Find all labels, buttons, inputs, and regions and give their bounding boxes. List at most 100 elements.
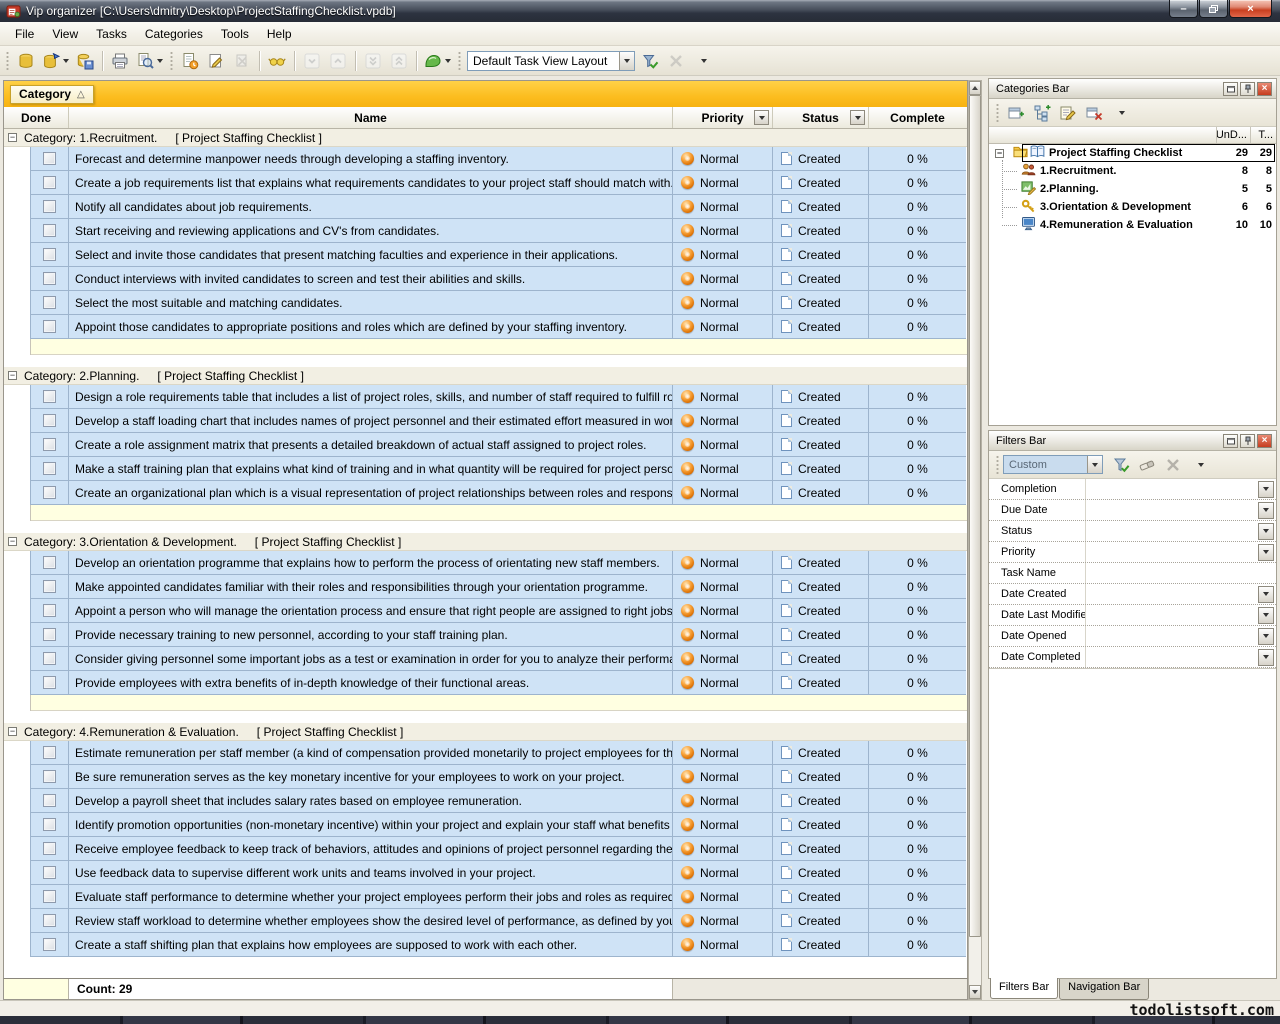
task-done-checkbox[interactable]	[43, 224, 56, 237]
panel-pin-button[interactable]	[1240, 82, 1255, 96]
task-row[interactable]: Review staff workload to determine wheth…	[4, 909, 967, 933]
task-row[interactable]: Appoint those candidates to appropriate …	[4, 315, 967, 339]
filter-value-area[interactable]	[1085, 563, 1276, 583]
print-preview-button[interactable]	[134, 49, 165, 73]
task-row[interactable]: Consider giving personnel some important…	[4, 647, 967, 671]
filter-row-date-last-modifie[interactable]: Date Last Modifie	[989, 605, 1276, 626]
panel-close-button[interactable]: ×	[1257, 434, 1272, 448]
task-row[interactable]: Use feedback data to supervise different…	[4, 861, 967, 885]
category-group-header[interactable]: −Category: 2.Planning.[ Project Staffing…	[4, 367, 967, 385]
quick-filter-button[interactable]	[422, 49, 453, 73]
scroll-up-button[interactable]	[969, 81, 981, 95]
layout-combo[interactable]: Default Task View Layout	[467, 51, 635, 71]
filter-dropdown-button[interactable]	[1258, 628, 1274, 645]
task-row[interactable]: Select the most suitable and matching ca…	[4, 291, 967, 315]
task-row[interactable]: Make appointed candidates familiar with …	[4, 575, 967, 599]
panel-restore-button[interactable]	[1223, 434, 1238, 448]
scrollbar-thumb[interactable]	[969, 95, 981, 937]
task-done-checkbox[interactable]	[43, 794, 56, 807]
panel-restore-button[interactable]	[1223, 82, 1238, 96]
filter-value-area[interactable]	[1085, 521, 1256, 541]
tab-navigation-bar[interactable]: Navigation Bar	[1059, 979, 1149, 1000]
task-row[interactable]: Create a job requirements list that expl…	[4, 171, 967, 195]
task-row[interactable]: Develop an orientation programme that ex…	[4, 551, 967, 575]
edit-category-button[interactable]	[1056, 101, 1080, 125]
filter-row-date-opened[interactable]: Date Opened	[989, 626, 1276, 647]
open-database-button[interactable]	[40, 49, 71, 73]
task-done-checkbox[interactable]	[43, 746, 56, 759]
task-row[interactable]: Forecast and determine manpower needs th…	[4, 147, 967, 171]
menu-categories[interactable]: Categories	[136, 24, 212, 44]
task-done-checkbox[interactable]	[43, 152, 56, 165]
menu-file[interactable]: File	[6, 24, 43, 44]
apply-filter-button[interactable]	[1109, 453, 1133, 477]
task-row[interactable]: Receive employee feedback to keep track …	[4, 837, 967, 861]
collapse-group-icon[interactable]: −	[8, 133, 17, 142]
task-done-checkbox[interactable]	[43, 914, 56, 927]
task-done-checkbox[interactable]	[43, 486, 56, 499]
menu-tasks[interactable]: Tasks	[87, 24, 136, 44]
column-header-name[interactable]: Name	[69, 107, 673, 128]
scroll-down-button[interactable]	[969, 985, 981, 999]
new-task-spacer-row[interactable]	[4, 505, 967, 521]
task-done-checkbox[interactable]	[43, 866, 56, 879]
column-header-priority[interactable]: Priority	[673, 107, 773, 128]
filter-value-area[interactable]	[1085, 647, 1256, 667]
filter-value-area[interactable]	[1085, 626, 1256, 646]
tree-item[interactable]: 2.Planning.55	[989, 180, 1276, 198]
filter-value-area[interactable]	[1085, 500, 1256, 520]
task-row[interactable]: Notify all candidates about job requirem…	[4, 195, 967, 219]
task-done-checkbox[interactable]	[43, 604, 56, 617]
task-done-checkbox[interactable]	[43, 272, 56, 285]
task-done-checkbox[interactable]	[43, 628, 56, 641]
tree-item-root[interactable]: −Project Staffing Checklist2929	[989, 144, 1276, 162]
new-task-spacer-row[interactable]	[4, 339, 967, 355]
save-database-button[interactable]	[73, 49, 97, 73]
filter-row-task-name[interactable]: Task Name	[989, 563, 1276, 584]
view-tasks-button[interactable]	[265, 49, 289, 73]
task-row[interactable]: Develop a staff loading chart that inclu…	[4, 409, 967, 433]
task-row[interactable]: Create a role assignment matrix that pre…	[4, 433, 967, 457]
filter-dropdown-button[interactable]	[1258, 649, 1274, 666]
new-task-button[interactable]	[178, 49, 202, 73]
task-done-checkbox[interactable]	[43, 462, 56, 475]
task-done-checkbox[interactable]	[43, 818, 56, 831]
filter-row-status[interactable]: Status	[989, 521, 1276, 542]
collapse-group-icon[interactable]: −	[8, 371, 17, 380]
tree-item[interactable]: 4.Remuneration & Evaluation1010	[989, 216, 1276, 234]
task-done-checkbox[interactable]	[43, 938, 56, 951]
print-button[interactable]	[108, 49, 132, 73]
filter-dropdown-button[interactable]	[1258, 481, 1274, 498]
collapse-tree-icon[interactable]: −	[995, 149, 1004, 158]
filter-preset-dropdown[interactable]	[1087, 456, 1102, 473]
restore-button[interactable]	[1199, 0, 1228, 18]
task-done-checkbox[interactable]	[43, 556, 56, 569]
move-down-button[interactable]	[300, 49, 324, 73]
filter-dropdown-button[interactable]	[1258, 502, 1274, 519]
task-done-checkbox[interactable]	[43, 842, 56, 855]
task-done-checkbox[interactable]	[43, 580, 56, 593]
task-row[interactable]: Be sure remuneration serves as the key m…	[4, 765, 967, 789]
task-row[interactable]: Create a staff shifting plan that explai…	[4, 933, 967, 957]
filter-row-due-date[interactable]: Due Date	[989, 500, 1276, 521]
task-row[interactable]: Select and invite those candidates that …	[4, 243, 967, 267]
add-category-button[interactable]	[1004, 101, 1028, 125]
category-group-header[interactable]: −Category: 4.Remuneration & Evaluation.[…	[4, 723, 967, 741]
filter-value-area[interactable]	[1085, 584, 1256, 604]
menu-view[interactable]: View	[43, 24, 87, 44]
vertical-scrollbar[interactable]	[968, 80, 982, 1000]
move-up-button[interactable]	[326, 49, 350, 73]
task-row[interactable]: Create an organizational plan which is a…	[4, 481, 967, 505]
close-button[interactable]: ×	[1229, 0, 1272, 18]
tab-filters-bar[interactable]: Filters Bar	[990, 978, 1058, 999]
task-done-checkbox[interactable]	[43, 676, 56, 689]
edit-task-button[interactable]	[204, 49, 228, 73]
column-header-status[interactable]: Status	[773, 107, 869, 128]
new-task-spacer-row[interactable]	[4, 695, 967, 711]
move-bottom-button[interactable]	[361, 49, 385, 73]
task-done-checkbox[interactable]	[43, 200, 56, 213]
column-header-complete[interactable]: Complete	[869, 107, 966, 128]
filter-value-area[interactable]	[1085, 479, 1256, 499]
task-row[interactable]: Evaluate staff performance to determine …	[4, 885, 967, 909]
collapse-group-icon[interactable]: −	[8, 727, 17, 736]
